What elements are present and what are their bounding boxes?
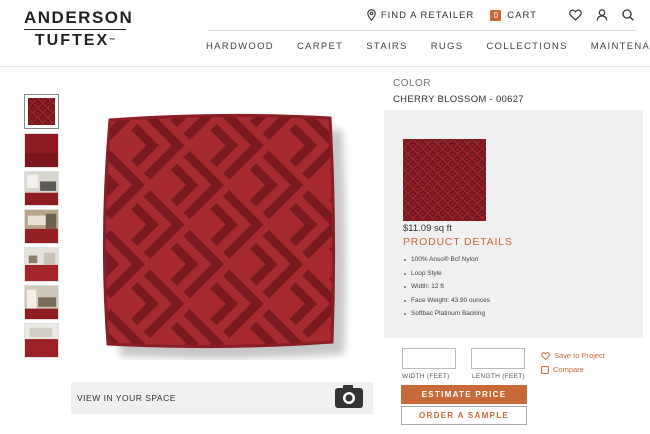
- spec-item: Width: 12 ft: [403, 280, 490, 294]
- order-sample-button[interactable]: ORDER A SAMPLE: [401, 406, 527, 425]
- thumbnail-room-3[interactable]: [24, 247, 59, 282]
- width-input[interactable]: [402, 348, 456, 369]
- thumbnail-room-2[interactable]: [24, 209, 59, 244]
- product-details-panel: $11.09 sq ft PRODUCT DETAILS 100% Anso® …: [384, 110, 643, 338]
- cart-link[interactable]: 0 CART: [490, 9, 537, 21]
- logo-line-1: ANDERSON: [24, 8, 134, 27]
- heart-outline-icon: [541, 351, 550, 360]
- compare-checkbox-icon: [541, 365, 549, 374]
- main-product-image[interactable]: [72, 110, 372, 360]
- thumbnail-swatch[interactable]: [24, 94, 59, 129]
- nav-collections[interactable]: COLLECTIONS: [486, 41, 567, 52]
- search-icon: [622, 9, 634, 21]
- spec-item: Face Weight: 43.90 ounces: [403, 294, 490, 308]
- cart-icon: 0: [490, 9, 502, 21]
- thumbnail-closeup[interactable]: [24, 133, 59, 168]
- compare-link[interactable]: Compare: [541, 365, 584, 374]
- thumbnail-image: [28, 98, 55, 125]
- account-button[interactable]: [596, 9, 608, 21]
- main-nav: HARDWOOD CARPET STAIRS RUGS COLLECTIONS …: [206, 41, 650, 52]
- search-button[interactable]: [622, 9, 634, 21]
- thumbnail-room-4[interactable]: [24, 285, 59, 320]
- thumbnail-room-5[interactable]: [24, 323, 59, 358]
- thumbnail-image: [25, 286, 58, 319]
- utility-bar: FIND A RETAILER 0 CART: [367, 7, 634, 23]
- heart-icon: [569, 9, 582, 21]
- thumbnail-image: [25, 324, 58, 357]
- find-retailer-link[interactable]: FIND A RETAILER: [367, 9, 474, 21]
- spec-list: 100% Anso® Bcf Nylon Loop Style Width: 1…: [403, 253, 490, 321]
- carpet-swatch-image: [102, 113, 346, 359]
- location-pin-icon: [367, 9, 376, 21]
- favorites-button[interactable]: [569, 9, 582, 21]
- thumbnail-image: [25, 172, 58, 205]
- cart-label: CART: [507, 9, 537, 21]
- nav-hardwood[interactable]: HARDWOOD: [206, 41, 274, 52]
- estimate-price-button[interactable]: ESTIMATE PRICE: [401, 385, 527, 404]
- thumbnail-image: [25, 210, 58, 243]
- nav-divider: [208, 30, 636, 31]
- width-label: WIDTH (FEET): [402, 373, 450, 380]
- color-name: CHERRY BLOSSOM - 00627: [393, 94, 524, 105]
- spec-item: 100% Anso® Bcf Nylon: [403, 253, 490, 267]
- user-icon: [596, 9, 608, 21]
- thumbnail-image: [25, 134, 58, 167]
- color-heading: COLOR: [393, 78, 432, 89]
- length-label: LENGTH (FEET): [472, 373, 526, 380]
- logo-line-2: TUFTEX™: [34, 32, 116, 49]
- header-divider: [0, 66, 650, 67]
- view-in-your-space-button[interactable]: VIEW IN YOUR SPACE: [71, 382, 373, 414]
- camera-icon: [335, 385, 363, 408]
- nav-rugs[interactable]: RUGS: [431, 41, 464, 52]
- product-details-heading[interactable]: PRODUCT DETAILS: [403, 236, 513, 248]
- price: $11.09 sq ft: [403, 223, 452, 234]
- logo-rule: [24, 29, 126, 30]
- save-to-project-link[interactable]: Save to Project: [541, 351, 605, 360]
- compare-label: Compare: [553, 365, 584, 374]
- spec-item: Softbac Platinum Backing: [403, 307, 490, 321]
- nav-stairs[interactable]: STAIRS: [366, 41, 407, 52]
- save-to-project-label: Save to Project: [554, 351, 605, 360]
- color-swatch[interactable]: [403, 139, 486, 221]
- find-retailer-label: FIND A RETAILER: [380, 9, 475, 21]
- nav-maintenance[interactable]: MAINTENANCE: [591, 41, 650, 52]
- length-input[interactable]: [471, 348, 525, 369]
- view-in-your-space-label: VIEW IN YOUR SPACE: [77, 393, 176, 403]
- thumbnail-image: [25, 248, 58, 281]
- brand-logo[interactable]: ANDERSON TUFTEX™: [24, 8, 134, 49]
- nav-carpet[interactable]: CARPET: [297, 41, 343, 52]
- thumbnail-room-1[interactable]: [24, 171, 59, 206]
- spec-item: Loop Style: [403, 267, 490, 281]
- cart-count: 0: [493, 10, 499, 20]
